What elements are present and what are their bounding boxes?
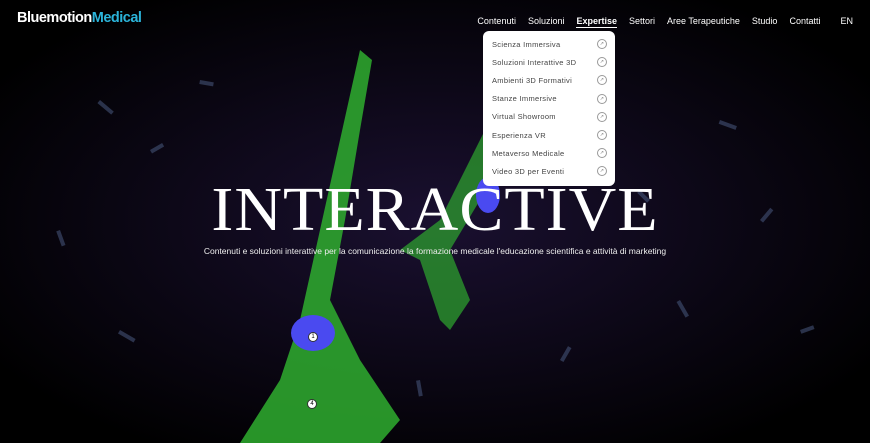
main-nav: Contenuti Soluzioni Expertise Settori Ar… — [465, 16, 853, 28]
arrow-up-right-circle-icon: ↗ — [597, 148, 607, 159]
dropdown-item-metaverso-medicale[interactable]: Metaverso Medicale ↗ — [492, 144, 607, 162]
dropdown-item-virtual-showroom[interactable]: Virtual Showroom ↗ — [492, 108, 607, 126]
hero-title: INTERACTIVE — [211, 174, 659, 245]
arrow-up-right-circle-icon: ↗ — [597, 39, 607, 50]
hotspot-4[interactable]: 4 — [307, 399, 317, 409]
dropdown-item-scienza-immersiva[interactable]: Scienza Immersiva ↗ — [492, 35, 607, 53]
brand-logo[interactable]: BluemotionMedical — [17, 10, 142, 26]
arrow-up-right-circle-icon: ↗ — [597, 57, 607, 68]
hero-subtitle: Contenuti e soluzioni interattive per la… — [203, 246, 667, 256]
nav-aree-terapeutiche[interactable]: Aree Terapeutiche — [667, 16, 740, 28]
nav-contenuti[interactable]: Contenuti — [477, 16, 516, 28]
dropdown-item-stanze-immersive[interactable]: Stanze Immersive ↗ — [492, 90, 607, 108]
language-switch[interactable]: EN — [840, 16, 853, 28]
arrow-up-right-circle-icon: ↗ — [597, 166, 607, 177]
arrow-up-right-circle-icon: ↗ — [597, 130, 607, 141]
dropdown-item-soluzioni-interattive-3d[interactable]: Soluzioni Interattive 3D ↗ — [492, 53, 607, 71]
dropdown-item-ambienti-3d-formativi[interactable]: Ambienti 3D Formativi ↗ — [492, 71, 607, 89]
dropdown-item-esperienza-vr[interactable]: Esperienza VR ↗ — [492, 126, 607, 144]
nav-settori[interactable]: Settori — [629, 16, 655, 28]
hotspot-1[interactable]: 1 — [308, 332, 318, 342]
arrow-up-right-circle-icon: ↗ — [597, 111, 607, 122]
expertise-dropdown: Scienza Immersiva ↗ Soluzioni Interattive… — [483, 31, 615, 186]
arrow-up-right-circle-icon: ↗ — [597, 93, 607, 104]
nav-studio[interactable]: Studio — [752, 16, 778, 28]
nav-contatti[interactable]: Contatti — [789, 16, 820, 28]
arrow-up-right-circle-icon: ↗ — [597, 75, 607, 86]
nav-expertise[interactable]: Expertise — [576, 16, 618, 28]
dropdown-item-video-3d-per-eventi[interactable]: Video 3D per Eventi ↗ — [492, 162, 607, 180]
nav-soluzioni[interactable]: Soluzioni — [528, 16, 565, 28]
